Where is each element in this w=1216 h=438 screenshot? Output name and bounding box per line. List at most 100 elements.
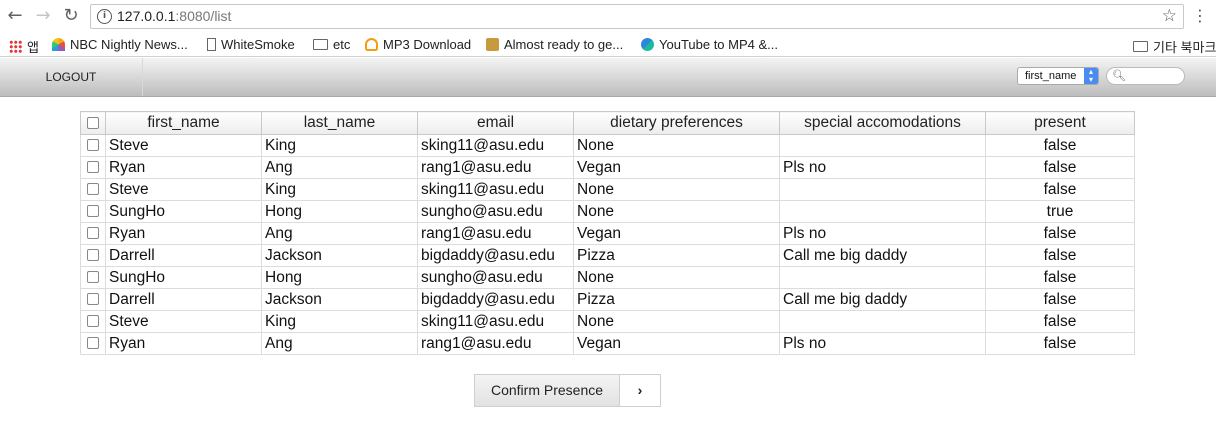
cell-last-name: King [261,134,418,157]
apps-grid-icon [9,40,22,53]
cell-accommodations: Pls no [779,156,986,179]
table-row[interactable]: Steve King sking11@asu.edu None false [80,310,1135,333]
table-row[interactable]: SungHo Hong sungho@asu.edu None true [80,200,1135,223]
bookmark-label: MP3 Download [383,37,472,52]
bookmark-youtube-mp4[interactable]: YouTube to MP4 &... [641,37,778,52]
logout-button[interactable]: LOGOUT [0,58,143,96]
row-checkbox[interactable] [80,332,106,355]
cell-email: sungho@asu.edu [417,266,574,289]
site-info-icon[interactable]: i [97,9,112,24]
table-row[interactable]: Darrell Jackson bigdaddy@asu.edu Pizza Call … [80,288,1135,311]
table-row[interactable]: Ryan Ang rang1@asu.edu Vegan Pls no false [80,156,1135,179]
cell-present: false [985,244,1135,267]
cell-email: sking11@asu.edu [417,310,574,333]
col-header[interactable]: present [985,111,1135,135]
forward-arrow-icon[interactable]: → [32,5,54,27]
cell-dietary: None [573,266,780,289]
cell-email: sking11@asu.edu [417,134,574,157]
checkbox-box[interactable] [87,337,99,350]
bookmark-other-folder[interactable]: 기타 북마크 [1133,37,1216,56]
bookmark-label: Almost ready to ge... [504,37,624,52]
cell-accommodations: Pls no [779,332,986,355]
nbc-peacock-icon [52,38,65,51]
checkbox-box[interactable] [87,315,99,328]
checkbox-box[interactable] [87,116,99,129]
search-field-select[interactable]: first_name ▴ ▾ [1017,67,1099,85]
cell-present: false [985,178,1135,201]
checkbox-box[interactable] [87,249,99,262]
checkbox-box[interactable] [87,205,99,218]
col-header[interactable]: dietary preferences [573,111,780,135]
cell-last-name: Ang [261,222,418,245]
bookmark-star-icon[interactable]: ☆ [1162,6,1177,26]
bookmark-label: etc [333,37,351,52]
bookmarks-bar: 앱 NBC Nightly News... WhiteSmoke etc MP3… [0,34,1216,57]
cell-dietary: Vegan [573,222,780,245]
row-checkbox[interactable] [80,178,106,201]
col-header[interactable]: last_name [261,111,418,135]
cell-first-name: Steve [105,310,262,333]
page-icon [207,38,216,51]
row-checkbox[interactable] [80,288,106,311]
bookmark-label: 앱 [27,40,39,55]
reload-icon[interactable]: ↻ [60,5,82,27]
cell-dietary: Vegan [573,156,780,179]
mp3-icon [365,38,378,51]
next-page-button[interactable]: › [620,374,661,407]
checkbox-box[interactable] [87,183,99,196]
cell-dietary: None [573,200,780,223]
cell-email: rang1@asu.edu [417,156,574,179]
col-header[interactable]: first_name [105,111,262,135]
browser-toolbar: ← → ↻ i 127.0.0.1:8080/list ☆ ⋮ [0,0,1216,34]
bookmark-label: WhiteSmoke [221,37,295,52]
checkbox-box[interactable] [87,139,99,152]
table-row[interactable]: Steve King sking11@asu.edu None false [80,178,1135,201]
row-checkbox[interactable] [80,310,106,333]
cell-last-name: Ang [261,332,418,355]
cell-first-name: Darrell [105,244,262,267]
table-row[interactable]: SungHo Hong sungho@asu.edu None false [80,266,1135,289]
bookmark-whitesmoke[interactable]: WhiteSmoke [207,37,295,52]
cell-email: sungho@asu.edu [417,200,574,223]
row-checkbox[interactable] [80,266,106,289]
browser-menu-icon[interactable]: ⋮ [1192,6,1208,26]
cell-present: false [985,156,1135,179]
bookmark-folder-etc[interactable]: etc [313,37,350,52]
row-checkbox[interactable] [80,134,106,157]
select-value: first_name [1025,70,1077,82]
bookmark-almost-ready[interactable]: Almost ready to ge... [486,37,623,52]
select-all-checkbox[interactable] [80,111,106,135]
confirm-presence-button[interactable]: Confirm Presence [474,374,620,407]
bookmark-label: NBC Nightly News... [70,37,188,52]
checkbox-box[interactable] [87,271,99,284]
table-row[interactable]: Darrell Jackson bigdaddy@asu.edu Pizza Call … [80,244,1135,267]
cell-first-name: Ryan [105,332,262,355]
cell-accommodations [779,310,986,333]
bookmark-apps[interactable]: 앱 [9,37,39,56]
row-checkbox[interactable] [80,222,106,245]
address-bar[interactable]: i 127.0.0.1:8080/list ☆ [90,4,1184,29]
search-input[interactable]: 🔍︎ [1106,67,1185,85]
col-header[interactable]: email [417,111,574,135]
cell-present: false [985,134,1135,157]
checkbox-box[interactable] [87,227,99,240]
cell-last-name: Jackson [261,244,418,267]
row-checkbox[interactable] [80,200,106,223]
table-row[interactable]: Steve King sking11@asu.edu None false [80,134,1135,157]
folder-icon [313,39,328,50]
cell-last-name: King [261,310,418,333]
cell-email: bigdaddy@asu.edu [417,244,574,267]
back-arrow-icon[interactable]: ← [4,5,26,27]
checkbox-box[interactable] [87,293,99,306]
row-checkbox[interactable] [80,244,106,267]
bookmark-mp3[interactable]: MP3 Download [365,37,471,52]
row-checkbox[interactable] [80,156,106,179]
table-row[interactable]: Ryan Ang rang1@asu.edu Vegan Pls no false [80,222,1135,245]
table-row[interactable]: Ryan Ang rang1@asu.edu Vegan Pls no false [80,332,1135,355]
cell-dietary: None [573,310,780,333]
cell-email: rang1@asu.edu [417,222,574,245]
cell-accommodations [779,178,986,201]
bookmark-nbc[interactable]: NBC Nightly News... [52,37,188,52]
checkbox-box[interactable] [87,161,99,174]
col-header[interactable]: special accomodations [779,111,986,135]
